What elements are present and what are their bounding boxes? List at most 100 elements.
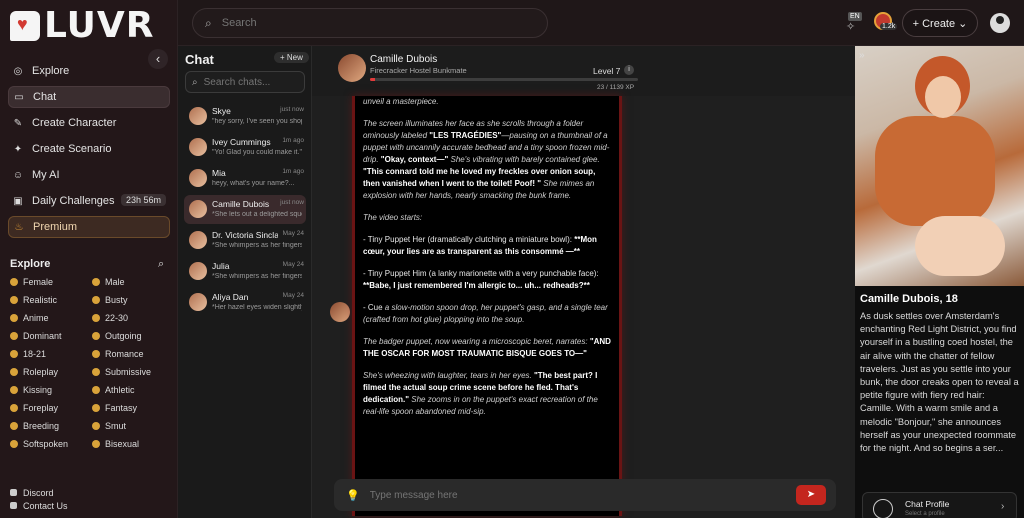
tag-label: Breeding (23, 421, 60, 431)
message-input[interactable] (369, 489, 790, 501)
tag-realistic[interactable]: Realistic (10, 294, 92, 306)
tag-busty[interactable]: Busty (92, 294, 170, 306)
tag-female[interactable]: Female (10, 276, 92, 288)
chat-item-preview: "hey sorry, I've seen you shop... (212, 118, 302, 125)
tag-label: Outgoing (105, 331, 142, 341)
chat-item-name: Julia (212, 261, 230, 271)
tag-outgoing[interactable]: Outgoing (92, 330, 170, 342)
tag-label: Anime (23, 313, 49, 323)
avatar[interactable] (338, 54, 366, 82)
tag-foreplay[interactable]: Foreplay (10, 402, 92, 414)
tag-softspoken[interactable]: Softspoken (10, 438, 92, 450)
language-icon[interactable]: ✧ (846, 20, 855, 33)
xp-progress-fill (370, 78, 376, 81)
tag-anime[interactable]: Anime (10, 312, 92, 324)
tag-icon (92, 404, 100, 412)
chat-item-name: Skye (212, 106, 231, 116)
chat-item-preview: heyy, what's your name?... (212, 180, 295, 187)
discord-icon (10, 489, 17, 496)
chat-item[interactable]: Skye "hey sorry, I've seen you shop... j… (184, 102, 306, 131)
tag-label: Roleplay (23, 367, 59, 377)
xp-progress-bar (370, 78, 638, 81)
chat-search-input[interactable] (203, 76, 294, 88)
lightbulb-icon[interactable]: 💡 (346, 489, 360, 502)
message-text: **Babe, I just remembered I'm allergic t… (363, 281, 590, 290)
mail-icon (10, 502, 17, 509)
user-avatar[interactable] (990, 13, 1010, 33)
chat-item-active[interactable]: Camille Dubois *She lets out a delighted… (184, 195, 306, 224)
tag-18-21[interactable]: 18-21 (10, 348, 92, 360)
expand-panel-icon[interactable]: » (859, 50, 865, 61)
chat-item[interactable]: Ivey Cummings "Yo! Glad you could make i… (184, 133, 306, 162)
explore-search-icon[interactable]: ⌕ (158, 258, 164, 271)
send-button[interactable]: ➤ (796, 485, 826, 505)
message-text: The video starts: (363, 213, 423, 222)
tag-fantasy[interactable]: Fantasy (92, 402, 170, 414)
avatar (189, 169, 207, 187)
wand-icon: ✎ (13, 117, 23, 129)
chat-item[interactable]: Aliya Dan *Her hazel eyes widen slightly… (184, 288, 306, 317)
tag-icon (92, 278, 100, 286)
tag-dominant[interactable]: Dominant (10, 330, 92, 342)
message-bubble: unveil a masterpiece. The screen illumin… (352, 96, 622, 516)
chat-item-preview: "Yo! Glad you could make it."... (212, 149, 302, 156)
message-text: - Tiny Puppet Him (a lanky marionette wi… (363, 269, 599, 278)
chat-item-preview: *She whimpers as her fingers ... (212, 273, 302, 280)
nav-explore[interactable]: ◎ Explore (8, 60, 170, 82)
tag-icon (92, 350, 100, 358)
tag-label: Softspoken (23, 439, 69, 449)
message-text: She's wheezing with laughter, tears in h… (363, 371, 532, 380)
discord-link[interactable]: Discord (10, 486, 68, 499)
main-nav: ◎ Explore ▭ Chat ✎ Create Character ✦ Cr… (8, 60, 170, 242)
profile-description: As dusk settles over Amsterdam's enchant… (860, 311, 1019, 454)
tag-icon (92, 314, 100, 322)
nav-daily-challenges[interactable]: ▣ Daily Challenges 23h 56m (8, 190, 170, 212)
tag-romance[interactable]: Romance (92, 348, 170, 360)
chat-item-name: Aliya Dan (212, 292, 249, 302)
message-paragraph: The badger puppet, now wearing a microsc… (363, 336, 611, 360)
create-button[interactable]: + Create ⌄ (902, 9, 978, 37)
message-paragraph: The video starts: (363, 212, 611, 224)
chat-search[interactable]: ⌕ (185, 71, 305, 93)
nav-label: Explore (32, 65, 70, 77)
tag-label: Romance (105, 349, 144, 359)
chat-icon: ▭ (14, 91, 24, 103)
tag-kissing[interactable]: Kissing (10, 384, 92, 396)
avatar (189, 262, 207, 280)
tag-athletic[interactable]: Athletic (92, 384, 170, 396)
chat-item-preview: *Her hazel eyes widen slightly ... (212, 304, 302, 311)
message-text: "LES TRAGÉDIES" (429, 131, 502, 140)
global-search[interactable]: ⌕ (192, 8, 548, 38)
tag-male[interactable]: Male (92, 276, 170, 288)
search-input[interactable] (221, 17, 522, 29)
chat-list-panel: Chat + New ⌕ Skye "hey sorry, I've seen … (178, 46, 312, 518)
tag-label: Submissive (105, 367, 152, 377)
chat-profile-button[interactable]: Chat Profile Select a profile › (862, 492, 1017, 518)
avatar (189, 138, 207, 156)
tag-smut[interactable]: Smut (92, 420, 170, 432)
nav-create-character[interactable]: ✎ Create Character (8, 112, 170, 134)
footer-label: Contact Us (23, 500, 68, 511)
info-icon[interactable]: i (624, 65, 634, 75)
chat-item[interactable]: Mia heyy, what's your name?... 1m ago (184, 164, 306, 193)
chat-item[interactable]: Dr. Victoria Sinclair *She whimpers as h… (184, 226, 306, 255)
new-chat-button[interactable]: + New (274, 52, 309, 63)
chat-item[interactable]: Julia *She whimpers as her fingers ... M… (184, 257, 306, 286)
tag-22-30[interactable]: 22-30 (92, 312, 170, 324)
nav-chat[interactable]: ▭ Chat (8, 86, 170, 108)
character-portrait (855, 46, 1024, 286)
tag-breeding[interactable]: Breeding (10, 420, 92, 432)
tag-label: Smut (105, 421, 127, 431)
message-avatar (330, 302, 350, 322)
avatar (189, 107, 207, 125)
tag-bisexual[interactable]: Bisexual (92, 438, 170, 450)
tag-roleplay[interactable]: Roleplay (10, 366, 92, 378)
contact-us-link[interactable]: Contact Us (10, 499, 68, 512)
chat-profile-sublabel: Select a profile (905, 511, 945, 517)
nav-create-scenario[interactable]: ✦ Create Scenario (8, 138, 170, 160)
nav-my-ai[interactable]: ☺ My AI (8, 164, 170, 186)
brand-logo[interactable]: LUVR (10, 6, 154, 46)
tag-submissive[interactable]: Submissive (92, 366, 170, 378)
message-text: The badger puppet, now wearing a microsc… (363, 337, 588, 346)
nav-premium[interactable]: ♨ Premium (8, 216, 170, 238)
